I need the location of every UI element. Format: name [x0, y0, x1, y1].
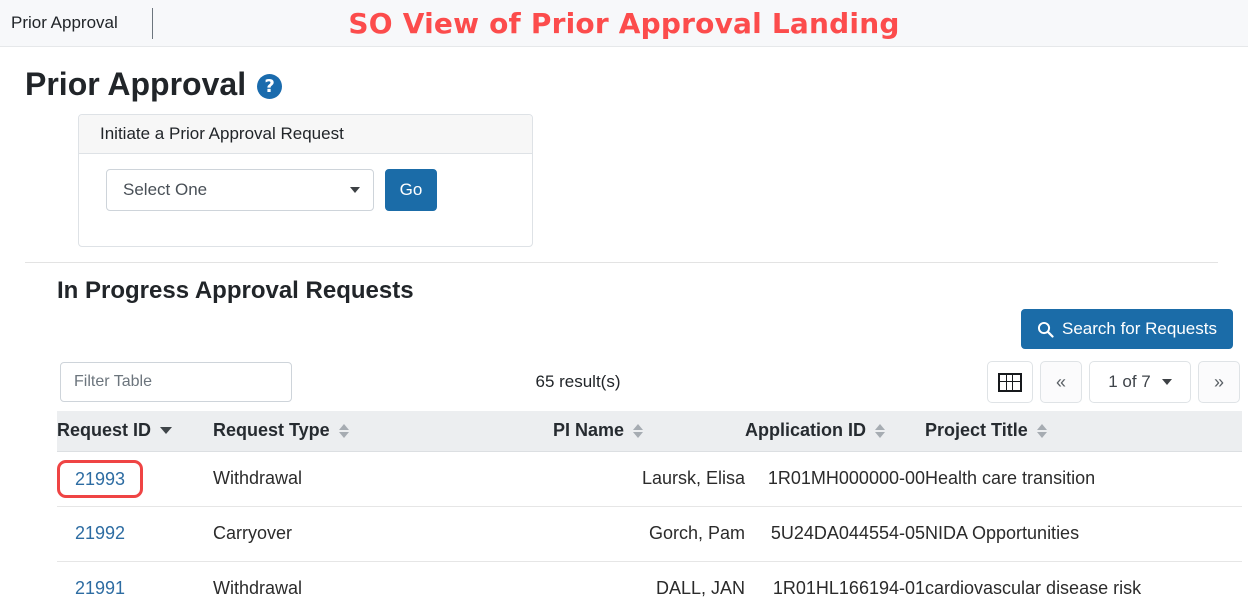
sort-both-icon [338, 423, 349, 439]
cell-application-id: 5U24DA044554-05 [745, 506, 925, 562]
help-glyph: ? [264, 75, 275, 97]
cell-request-type: Withdrawal [213, 451, 553, 507]
cell-request-id: 21991 [57, 561, 213, 614]
pagination-controls: « 1 of 7 » [987, 361, 1240, 403]
column-label: PI Name [553, 420, 625, 441]
initiate-card-header: Initiate a Prior Approval Request [79, 115, 532, 154]
question-circle-icon[interactable]: ? [257, 74, 283, 99]
cell-project-title: NIDA Opportunities [925, 506, 1242, 562]
chevron-down-icon [1161, 379, 1172, 385]
column-label: Project Title [925, 420, 1028, 441]
cell-pi-name: Laursk, Elisa [553, 451, 745, 507]
column-header-pi-name[interactable]: PI Name [553, 411, 745, 452]
previous-page-button[interactable]: « [1040, 361, 1082, 403]
request-id-highlight: 21993 [57, 459, 144, 498]
request-type-select-value: Select One [123, 180, 208, 199]
column-label: Request ID [57, 420, 152, 441]
column-label: Request Type [213, 420, 330, 441]
cell-pi-name: Gorch, Pam [553, 506, 745, 562]
cell-request-type: Carryover [213, 506, 553, 562]
approval-requests-table: Request ID Request Type PI Name Applicat… [57, 411, 1242, 614]
page-title: Prior Approval [25, 66, 247, 102]
table-row: 21992 Carryover Gorch, Pam 5U24DA044554-… [57, 506, 1242, 562]
page-indicator: 1 of 7 [1108, 372, 1151, 391]
search-for-requests-button[interactable]: Search for Requests [1021, 309, 1233, 349]
search-icon [1037, 321, 1054, 338]
cell-request-id: 21993 [57, 451, 213, 507]
filter-table-placeholder: Filter Table [74, 373, 152, 390]
initiate-card-body: Select One Go [79, 154, 532, 211]
column-header-project-title[interactable]: Project Title [925, 411, 1242, 452]
table-grid-view-button[interactable] [987, 361, 1033, 403]
request-id-link[interactable]: 21993 [75, 469, 125, 489]
initiate-request-card: Initiate a Prior Approval Request Select… [78, 114, 533, 247]
top-bar: Prior Approval SO View of Prior Approval… [0, 0, 1248, 47]
cell-request-type: Withdrawal [213, 561, 553, 614]
go-button[interactable]: Go [385, 169, 437, 211]
request-id-link[interactable]: 21992 [75, 523, 125, 543]
table-grid-icon [998, 372, 1022, 392]
table-row: 21993 Withdrawal Laursk, Elisa 1R01MH000… [57, 451, 1242, 507]
cell-project-title: Health care transition [925, 451, 1242, 507]
sort-descending-icon [160, 427, 173, 435]
filter-table-input[interactable]: Filter Table [60, 362, 292, 402]
request-type-select[interactable]: Select One [106, 169, 374, 211]
next-page-button[interactable]: » [1198, 361, 1240, 403]
cell-project-title: cardiovascular disease risk [925, 561, 1242, 614]
column-header-application-id[interactable]: Application ID [745, 411, 925, 452]
sort-both-icon [633, 423, 644, 439]
column-label: Application ID [745, 420, 866, 441]
annotation-title: SO View of Prior Approval Landing [348, 7, 900, 40]
cell-pi-name: DALL, JAN [553, 561, 745, 614]
in-progress-section-title: In Progress Approval Requests [57, 277, 414, 304]
page-select[interactable]: 1 of 7 [1089, 361, 1191, 403]
request-id-link[interactable]: 21991 [75, 578, 125, 598]
section-divider [25, 262, 1218, 263]
prior-approval-page: Prior Approval SO View of Prior Approval… [0, 0, 1248, 614]
table-row: 21991 Withdrawal DALL, JAN 1R01HL166194-… [57, 561, 1242, 614]
cell-application-id: 1R01MH000000-00 [745, 451, 925, 507]
cell-request-id: 21992 [57, 506, 213, 562]
column-header-request-id[interactable]: Request ID [57, 411, 213, 452]
sort-both-icon [875, 423, 885, 439]
search-for-requests-label: Search for Requests [1062, 319, 1217, 338]
result-count: 65 result(s) [535, 372, 621, 391]
page-title-row: Prior Approval ? [25, 63, 283, 105]
cell-application-id: 1R01HL166194-01 [745, 561, 925, 614]
chevron-down-icon [350, 187, 360, 193]
sort-both-icon [1036, 423, 1047, 439]
column-header-request-type[interactable]: Request Type [213, 411, 553, 452]
table-header-row: Request ID Request Type PI Name Applicat… [57, 411, 1242, 452]
